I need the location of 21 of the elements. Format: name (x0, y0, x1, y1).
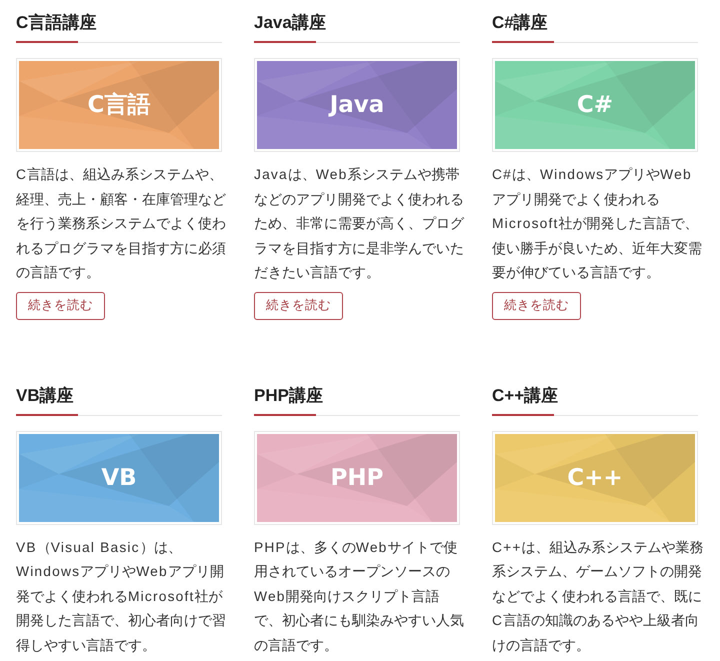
read-more-button[interactable]: 続きを読む (492, 292, 581, 320)
course-heading: C#講座 (492, 12, 548, 34)
course-heading: VB講座 (16, 384, 74, 406)
banner-label: VB (101, 464, 137, 492)
course-heading: PHP講座 (254, 384, 323, 406)
course-description: C#は、WindowsアプリやWebアプリ開発でよく使われるMicrosoft社が開発した言語で、使い勝手が良いため、近年大変需要が伸びている言語です。 (492, 166, 703, 282)
course-heading: C言語講座 (16, 12, 96, 34)
banner-label: C言語 (88, 91, 150, 119)
course-description: PHPは、多くのWebサイトで使用されているオープンソースのWeb開発向けスクリプト言語で、初心者にも馴染みやすい人気の言語です。 (254, 538, 465, 654)
course-description: C言語は、組込み系システムや、経理、売上・顧客・在庫管理などを行う業務系システムでよく使われるプログラマを目指す方に必須の言語です。 (16, 166, 227, 282)
banner-label: Java (330, 91, 384, 119)
course-heading: C++講座 (492, 384, 558, 406)
course-description: Javaは、Web系システムや携帯などのアプリ開発でよく使われるため、非常に需要が高く、プログラマを目指す方に是非学んでいただきたい言語です。 (254, 166, 466, 282)
course-heading: Java講座 (254, 12, 326, 34)
course-description: C++は、組込み系システムや業務系システム、ゲームソフトの開発などでよく使われる言語で、既にC言語の知識のあるやや上級者向けの言語です。 (492, 538, 705, 654)
read-more-button[interactable]: 続きを読む (254, 292, 343, 320)
banner-label: PHP (330, 464, 384, 492)
course-description: VB（Visual Basic）は、WindowsアプリやWebアプリ開発でよく使われるMicrosoft社が開発した言語で、初心者向けで習得しやすい言語です。 (16, 538, 227, 654)
banner-label: C# (576, 91, 614, 119)
read-more-button[interactable]: 続きを読む (16, 292, 105, 320)
banner-label: C++ (567, 464, 623, 492)
